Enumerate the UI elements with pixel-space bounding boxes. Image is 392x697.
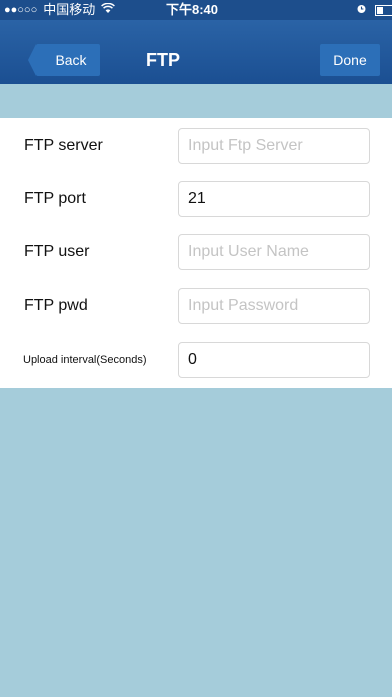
carrier-name: 中国移动	[43, 2, 96, 17]
ftp-server-input[interactable]	[178, 128, 370, 164]
status-bar: ●●○○○ 中国移动 下午8:40	[0, 0, 392, 20]
done-button[interactable]: Done	[320, 44, 380, 76]
ftp-pwd-row: FTP pwd	[0, 288, 392, 324]
battery-icon	[375, 4, 392, 16]
top-spacer	[0, 84, 392, 118]
ftp-settings-screen: ●●○○○ 中国移动 下午8:40 Back FTP Done FTP serv…	[0, 0, 392, 697]
upload-interval-input[interactable]	[178, 342, 370, 378]
status-right	[356, 0, 392, 20]
ftp-user-input[interactable]	[178, 234, 370, 270]
upload-interval-row: Upload interval(Seconds)	[0, 342, 392, 378]
ftp-user-label: FTP user	[24, 243, 90, 260]
back-button[interactable]: Back	[28, 44, 100, 76]
signal-strength-icon: ●●○○○	[4, 4, 38, 16]
ftp-pwd-input[interactable]	[178, 288, 370, 324]
ftp-user-row: FTP user	[0, 234, 392, 270]
ftp-port-label: FTP port	[24, 190, 86, 207]
empty-background-area	[0, 388, 392, 697]
page-title: FTP	[146, 50, 180, 70]
upload-interval-label: Upload interval(Seconds)	[23, 354, 147, 366]
ftp-pwd-label: FTP pwd	[24, 297, 88, 314]
status-time: 下午8:40	[166, 2, 219, 17]
wifi-icon	[101, 0, 116, 20]
ftp-server-row: FTP server	[0, 128, 392, 164]
ftp-port-input[interactable]	[178, 181, 370, 217]
alarm-icon	[356, 0, 367, 20]
navigation-bar: Back FTP Done	[0, 20, 392, 84]
carrier-group: ●●○○○ 中国移动	[4, 0, 116, 20]
ftp-server-label: FTP server	[24, 137, 103, 154]
ftp-port-row: FTP port	[0, 181, 392, 217]
ftp-form: FTP server FTP port FTP user FTP pwd Upl…	[0, 118, 392, 388]
